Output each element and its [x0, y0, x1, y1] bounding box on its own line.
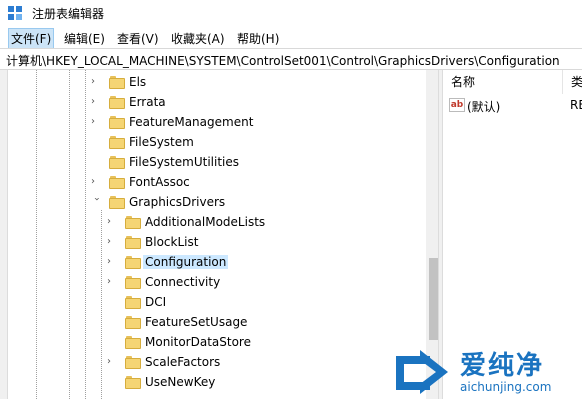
chevron-down-icon[interactable]: ›: [91, 197, 102, 207]
window-title: 注册表编辑器: [32, 7, 105, 21]
menu-help[interactable]: 帮助(H): [235, 29, 281, 48]
column-header-name[interactable]: 名称: [443, 70, 563, 94]
folder-icon: [109, 116, 125, 129]
tree-guide-line: [101, 210, 102, 399]
tree-item-label: MonitorDataStore: [145, 335, 251, 349]
tree-item-label: BlockList: [145, 235, 199, 249]
value-name: (默认): [467, 100, 501, 114]
tree-guide-line: [85, 70, 86, 399]
chevron-right-icon[interactable]: ›: [107, 237, 117, 247]
folder-icon: [109, 96, 125, 109]
folder-open-icon: [109, 196, 125, 209]
tree-item-label: ScaleFactors: [145, 355, 221, 369]
tree-item-label: Errata: [129, 95, 166, 109]
folder-icon: [125, 376, 141, 389]
tree-item-label: FeatureManagement: [129, 115, 254, 129]
tree-item-label: FileSystem: [129, 135, 194, 149]
tree-item-label: FileSystemUtilities: [129, 155, 239, 169]
folder-icon: [109, 136, 125, 149]
watermark-url: aichunjing.com: [460, 380, 552, 394]
chevron-right-icon[interactable]: ›: [91, 97, 101, 107]
value-row[interactable]: ab (默认) RE: [443, 96, 582, 116]
tree-item-label: FontAssoc: [129, 175, 190, 189]
address-path[interactable]: 计算机\HKEY_LOCAL_MACHINE\SYSTEM\ControlSet…: [6, 52, 560, 69]
chevron-right-icon[interactable]: ›: [91, 177, 101, 187]
ab-string-icon: ab: [449, 98, 465, 112]
tree-item-label: DCI: [145, 295, 167, 309]
scrollbar-thumb[interactable]: [429, 258, 438, 340]
menu-favorites[interactable]: 收藏夹(A): [169, 29, 227, 48]
folder-icon: [125, 216, 141, 229]
menu-file[interactable]: 文件(F): [8, 28, 55, 49]
watermark-logo: 爱纯净 aichunjing.com: [390, 340, 582, 399]
left-edge: [0, 70, 8, 399]
folder-icon: [125, 256, 141, 269]
folder-icon: [125, 316, 141, 329]
key-tree[interactable]: › Els › Errata › FeatureManagement FileS…: [8, 70, 438, 399]
folder-icon: [125, 236, 141, 249]
menu-bar: 文件(F) 编辑(E) 查看(V) 收藏夹(A) 帮助(H): [0, 26, 582, 49]
folder-icon: [109, 176, 125, 189]
folder-icon: [125, 296, 141, 309]
address-bar[interactable]: 计算机\HKEY_LOCAL_MACHINE\SYSTEM\ControlSet…: [0, 48, 582, 70]
watermark-emblem-icon: [396, 350, 448, 394]
tree-guide-line: [36, 70, 37, 399]
folder-icon: [109, 156, 125, 169]
value-type: RE: [570, 98, 582, 112]
tree-item-label: GraphicsDrivers: [129, 195, 226, 209]
folder-icon: [125, 336, 141, 349]
folder-icon: [125, 276, 141, 289]
chevron-right-icon[interactable]: ›: [91, 77, 101, 87]
watermark-text: 爱纯净: [460, 351, 545, 381]
column-header-type[interactable]: 类: [563, 70, 582, 94]
title-bar: 注册表编辑器: [0, 0, 582, 26]
folder-icon: [109, 76, 125, 89]
tree-item-label: Els: [129, 75, 147, 89]
tree-item-label: Connectivity: [145, 275, 221, 289]
tree-item-label: AdditionalModeLists: [145, 215, 266, 229]
chevron-right-icon[interactable]: ›: [107, 257, 117, 267]
regedit-app-icon: [8, 6, 22, 20]
tree-item-label: Configuration: [143, 255, 229, 269]
chevron-right-icon[interactable]: ›: [107, 357, 117, 367]
chevron-right-icon[interactable]: ›: [107, 277, 117, 287]
chevron-right-icon[interactable]: ›: [107, 217, 117, 227]
menu-view[interactable]: 查看(V): [115, 29, 161, 48]
chevron-right-icon[interactable]: ›: [91, 117, 101, 127]
tree-guide-line: [69, 70, 70, 399]
tree-item-label: FeatureSetUsage: [145, 315, 248, 329]
menu-edit[interactable]: 编辑(E): [62, 29, 107, 48]
folder-icon: [125, 356, 141, 369]
tree-item-label: UseNewKey: [145, 375, 216, 389]
